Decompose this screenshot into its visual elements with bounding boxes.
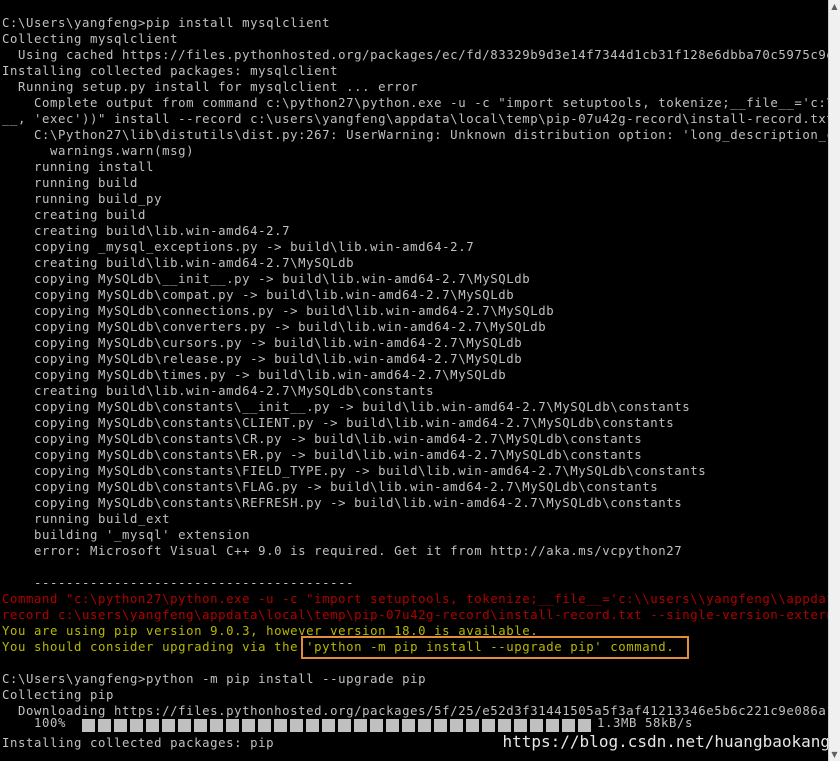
terminal-line: copying MySQLdb\constants\__init__.py ->… <box>2 400 691 414</box>
progress-segment <box>242 719 255 732</box>
scroll-up-arrow-icon[interactable]: ▲ <box>830 2 839 11</box>
terminal-line: Command "c:\python27\python.exe -u -c "i… <box>2 592 829 606</box>
progress-segment <box>338 719 351 732</box>
upgrade-command-highlight <box>301 636 689 659</box>
terminal-line: running build <box>2 176 139 190</box>
terminal-line: C:\Users\yangfeng>pip install mysqlclien… <box>2 16 331 30</box>
progress-segment <box>466 719 479 732</box>
terminal-line: Using cached https://files.pythonhosted.… <box>2 48 829 62</box>
progress-segment <box>194 719 207 732</box>
terminal-line: copying MySQLdb\constants\FIELD_TYPE.py … <box>2 464 707 478</box>
terminal-line: Collecting mysqlclient <box>2 32 179 46</box>
progress-segment <box>402 719 415 732</box>
terminal-line: Complete output from command c:\python27… <box>2 96 829 110</box>
watermark: https://blog.csdn.net/huangbaokang <box>502 732 830 751</box>
progress-segment <box>274 719 287 732</box>
terminal-line: copying MySQLdb\cursors.py -> build\lib.… <box>2 336 523 350</box>
terminal-line: creating build\lib.win-amd64-2.7\MySQLdb… <box>2 384 435 398</box>
terminal-line: Running setup.py install for mysqlclient… <box>2 80 419 94</box>
progress-segment <box>210 719 223 732</box>
terminal-line: record c:\users\yangfeng\appdata\local\t… <box>2 608 829 622</box>
terminal-line: C:\Python27\lib\distutils\dist.py:267: U… <box>2 128 829 142</box>
terminal-line: building '_mysql' extension <box>2 528 251 542</box>
terminal-line: running install <box>2 160 155 174</box>
terminal-line: creating build <box>2 208 147 222</box>
progress-segment <box>146 719 159 732</box>
progress-segment <box>386 719 399 732</box>
progress-segment <box>450 719 463 732</box>
progress-segment <box>98 719 111 732</box>
terminal-line: Downloading https://files.pythonhosted.o… <box>2 704 829 718</box>
terminal-line: Collecting pip <box>2 688 115 702</box>
terminal-line: copying _mysql_exceptions.py -> build\li… <box>2 240 475 254</box>
progress-percent: 100% <box>34 716 67 730</box>
terminal-line: running build_ext <box>2 512 171 526</box>
progress-segment <box>178 719 191 732</box>
progress-segment <box>290 719 303 732</box>
terminal-line: copying MySQLdb\constants\ER.py -> build… <box>2 448 643 462</box>
terminal-line: ---------------------------------------- <box>2 576 355 590</box>
progress-segment <box>434 719 447 732</box>
terminal-line: Installing collected packages: mysqlclie… <box>2 64 339 78</box>
progress-segment <box>130 719 143 732</box>
progress-segment <box>322 719 335 732</box>
terminal-line: error: Microsoft Visual C++ 9.0 is requi… <box>2 544 683 558</box>
terminal-line: copying MySQLdb\compat.py -> build\lib.w… <box>2 288 515 302</box>
terminal-line: Installing collected packages: pip <box>2 736 275 750</box>
terminal-window[interactable]: C:\Users\yangfeng>pip install mysqlclien… <box>0 0 829 761</box>
terminal-line: running build_py <box>2 192 163 206</box>
terminal-line: copying MySQLdb\release.py -> build\lib.… <box>2 352 523 366</box>
progress-segment <box>354 719 367 732</box>
terminal-line: creating build\lib.win-amd64-2.7 <box>2 224 291 238</box>
terminal-line: copying MySQLdb\constants\CR.py -> build… <box>2 432 643 446</box>
progress-segment <box>306 719 319 732</box>
progress-segment <box>418 719 431 732</box>
terminal-line: warnings.warn(msg) <box>2 144 195 158</box>
terminal-line: copying MySQLdb\converters.py -> build\l… <box>2 320 547 334</box>
terminal-line: copying MySQLdb\connections.py -> build\… <box>2 304 555 318</box>
terminal-line: copying MySQLdb\constants\CLIENT.py -> b… <box>2 416 675 430</box>
progress-segment <box>162 719 175 732</box>
progress-segment <box>82 719 95 732</box>
vertical-scrollbar[interactable]: ▲ ▼ <box>828 0 840 761</box>
progress-segment <box>226 719 239 732</box>
progress-size-speed: 1.3MB 58kB/s <box>597 716 694 730</box>
progress-segment <box>482 719 495 732</box>
progress-segment <box>258 719 271 732</box>
progress-segment <box>114 719 127 732</box>
progress-segment <box>370 719 383 732</box>
terminal-line: __, 'exec'))" install --record c:\users\… <box>2 112 829 126</box>
terminal-line: copying MySQLdb\times.py -> build\lib.wi… <box>2 368 507 382</box>
terminal-line: creating build\lib.win-amd64-2.7\MySQLdb <box>2 256 355 270</box>
terminal-line: copying MySQLdb\constants\REFRESH.py -> … <box>2 496 683 510</box>
terminal-line: C:\Users\yangfeng>python -m pip install … <box>2 672 427 686</box>
scroll-down-arrow-icon[interactable]: ▼ <box>830 750 839 759</box>
terminal-line: copying MySQLdb\__init__.py -> build\lib… <box>2 272 531 286</box>
terminal-line: copying MySQLdb\constants\FLAG.py -> bui… <box>2 480 659 494</box>
